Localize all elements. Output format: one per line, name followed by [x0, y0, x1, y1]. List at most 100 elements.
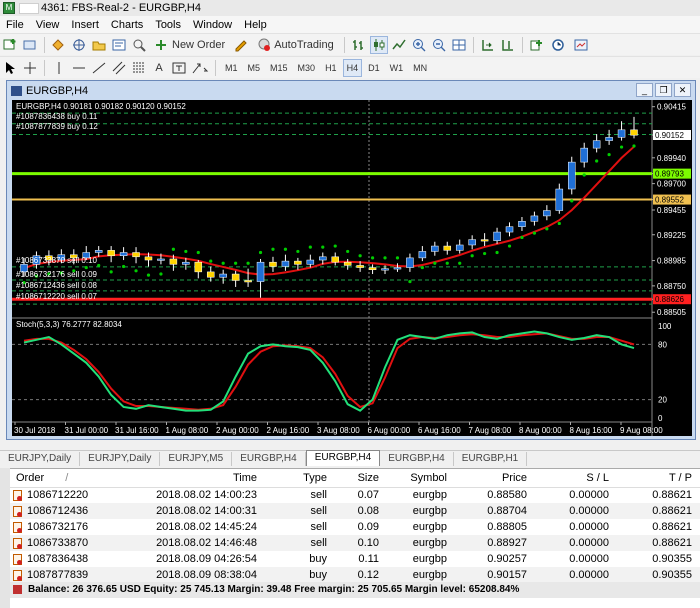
- table-cell: 0.00000: [527, 551, 609, 567]
- menu-charts[interactable]: Charts: [105, 19, 149, 31]
- col-size[interactable]: Size: [327, 469, 379, 488]
- zoom-in-icon[interactable]: [410, 36, 428, 54]
- chart-tab[interactable]: EURGBP,H4: [380, 452, 454, 466]
- templates-icon[interactable]: [572, 36, 592, 54]
- price-chart[interactable]: EURGBP,H4 0.90181 0.90182 0.90120 0.9015…: [12, 100, 692, 436]
- cell-text: 0.90257: [487, 553, 527, 565]
- psar-dot: [607, 152, 611, 157]
- crosshair-icon[interactable]: [21, 59, 39, 77]
- tf-h4[interactable]: H4: [342, 58, 363, 77]
- psar-dot: [420, 265, 424, 270]
- tf-m30[interactable]: M30: [294, 59, 320, 77]
- arrows-icon[interactable]: [190, 59, 210, 77]
- tf-m1[interactable]: M1: [221, 59, 242, 77]
- cursor-icon[interactable]: [1, 59, 19, 77]
- autoscroll-icon[interactable]: [479, 36, 497, 54]
- time-label: 3 Aug 08:00: [317, 426, 360, 435]
- table-row[interactable]: 1086732176 2018.08.02 14:45:24 sell 0.09 eur…: [10, 519, 700, 535]
- table-row[interactable]: 1086712220 2018.08.02 14:00:23 sell 0.07 eur…: [10, 487, 700, 503]
- tile-windows-icon[interactable]: [450, 36, 468, 54]
- col-price[interactable]: Price: [447, 469, 527, 488]
- tf-mn[interactable]: MN: [409, 59, 431, 77]
- col-order[interactable]: Order /: [10, 469, 122, 488]
- bull-candle: [530, 215, 539, 222]
- candlestick-icon[interactable]: [369, 35, 388, 54]
- sort-indicator: /: [65, 471, 69, 484]
- toolbar-divider: [343, 36, 345, 53]
- tf-w1[interactable]: W1: [386, 59, 408, 77]
- menu-help[interactable]: Help: [238, 19, 273, 31]
- crosshair-nav-icon[interactable]: [70, 36, 88, 54]
- price-label: 0.89225: [657, 231, 686, 240]
- tf-m15[interactable]: M15: [266, 59, 292, 77]
- vertical-line-icon[interactable]: [50, 59, 68, 77]
- cell-text: 2018.08.09 04:26:54: [156, 553, 257, 565]
- chart-tab[interactable]: EURJPY,Daily: [0, 452, 81, 466]
- horizontal-line-icon[interactable]: [70, 59, 88, 77]
- psar-dot: [483, 251, 487, 256]
- chart-tab[interactable]: EURJPY,M5: [160, 452, 233, 466]
- cell-text: 0.00000: [569, 505, 609, 517]
- table-cell: 0.00000: [527, 487, 609, 503]
- col-type[interactable]: Type: [257, 469, 327, 488]
- table-cell: 0.88621: [609, 503, 700, 519]
- autotrading-button[interactable]: AutoTrading: [252, 36, 339, 54]
- channel-icon[interactable]: [110, 59, 128, 77]
- psar-dot: [582, 173, 586, 177]
- tf-h1[interactable]: H1: [321, 59, 341, 77]
- menu-tools[interactable]: Tools: [149, 19, 187, 31]
- cell-text: eurgbp: [412, 569, 447, 581]
- menu-view[interactable]: View: [30, 19, 66, 31]
- terminal-icon[interactable]: [110, 36, 128, 54]
- tf-m5[interactable]: M5: [244, 59, 265, 77]
- psar-dot: [433, 261, 437, 265]
- new-order-button[interactable]: New Order: [150, 36, 230, 54]
- text-icon[interactable]: A: [150, 59, 168, 77]
- bear-candle: [244, 280, 252, 283]
- navigator-icon[interactable]: [90, 36, 108, 54]
- text-label-icon[interactable]: [170, 59, 188, 77]
- table-row[interactable]: 1087836438 2018.08.09 04:26:54 buy 0.11 eurg…: [10, 551, 700, 567]
- minimize-icon[interactable]: _: [636, 83, 653, 97]
- table-row[interactable]: 1087877839 2018.08.09 08:38:04 buy 0.12 eurg…: [10, 567, 700, 583]
- time-label: 6 Aug 16:00: [418, 426, 461, 435]
- metaeditor-icon[interactable]: [232, 36, 250, 54]
- psar-dot: [370, 256, 375, 260]
- fibonacci-icon[interactable]: [130, 59, 148, 77]
- chart-tab[interactable]: EURGBP,H1: [454, 452, 528, 466]
- profiles-icon[interactable]: [21, 36, 39, 54]
- chart-tab[interactable]: EURJPY,Daily: [80, 452, 161, 466]
- bull-candle: [580, 147, 588, 163]
- chart-tab[interactable]: EURGBP,H4: [232, 452, 306, 466]
- psar-dot: [495, 250, 499, 255]
- bar-chart-icon[interactable]: [350, 36, 368, 54]
- time-label: 31 Jul 16:00: [115, 426, 159, 435]
- new-chart-icon[interactable]: [1, 36, 19, 54]
- col-tp[interactable]: T / P: [609, 469, 700, 488]
- restore-icon[interactable]: ❐: [655, 83, 672, 97]
- col-sl[interactable]: S / L: [527, 469, 609, 488]
- zoom-out-icon[interactable]: [430, 36, 448, 54]
- trendline-icon[interactable]: [90, 59, 108, 77]
- chart-background: [12, 100, 692, 436]
- market-watch-icon[interactable]: [50, 36, 68, 54]
- indicators-icon[interactable]: [528, 36, 548, 54]
- menu-window[interactable]: Window: [187, 19, 238, 31]
- tester-icon[interactable]: [130, 36, 148, 54]
- table-row[interactable]: 1086733870 2018.08.02 14:46:48 sell 0.10 eur…: [10, 535, 700, 551]
- bear-candle: [356, 265, 364, 268]
- app-icon: M: [3, 2, 15, 14]
- periods-icon[interactable]: [550, 36, 570, 54]
- tf-d1[interactable]: D1: [364, 59, 384, 77]
- chart-shift-icon[interactable]: [499, 36, 517, 54]
- menu-file[interactable]: File: [0, 19, 30, 31]
- close-icon[interactable]: ✕: [674, 83, 691, 97]
- table-row[interactable]: 1086712436 2018.08.02 14:00:31 sell 0.08 eur…: [10, 503, 700, 519]
- chart-tab-active[interactable]: EURGBP,H4: [305, 450, 381, 466]
- col-time[interactable]: Time: [122, 469, 257, 488]
- menu-insert[interactable]: Insert: [65, 19, 105, 31]
- psar-dot: [632, 144, 636, 148]
- col-symbol[interactable]: Symbol: [379, 469, 447, 488]
- line-chart-icon[interactable]: [390, 36, 408, 54]
- psar-dot: [84, 265, 88, 270]
